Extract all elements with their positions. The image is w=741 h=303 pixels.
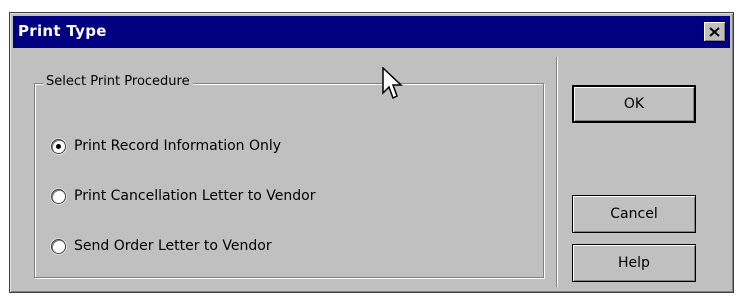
window-title: Print Type [18,22,107,40]
help-button[interactable]: Help [572,244,696,282]
radio-label[interactable]: Send Order Letter to Vendor [74,238,272,254]
radio-option-order-letter[interactable]: Send Order Letter to Vendor [51,238,272,254]
print-procedure-group: Select Print Procedure Print Record Info… [34,74,544,278]
radio-label[interactable]: Print Cancellation Letter to Vendor [74,188,315,204]
title-bar[interactable]: Print Type [13,16,730,48]
ok-button[interactable]: OK [572,85,696,123]
radio-option-cancellation-letter[interactable]: Print Cancellation Letter to Vendor [51,188,315,204]
radio-selected-dot [56,143,61,149]
radio-label[interactable]: Print Record Information Only [74,138,281,154]
close-button[interactable] [703,21,726,42]
radio-button[interactable] [51,138,66,154]
group-legend: Select Print Procedure [43,74,193,89]
vertical-separator [556,57,558,287]
cancel-button[interactable]: Cancel [572,195,696,233]
radio-button[interactable] [51,188,66,204]
print-type-dialog: Print Type Select Print Procedure Print … [9,12,734,293]
radio-button[interactable] [51,238,66,254]
dialog-client-area: Select Print Procedure Print Record Info… [13,49,730,289]
close-icon [709,26,720,37]
radio-option-record-info[interactable]: Print Record Information Only [51,138,281,154]
